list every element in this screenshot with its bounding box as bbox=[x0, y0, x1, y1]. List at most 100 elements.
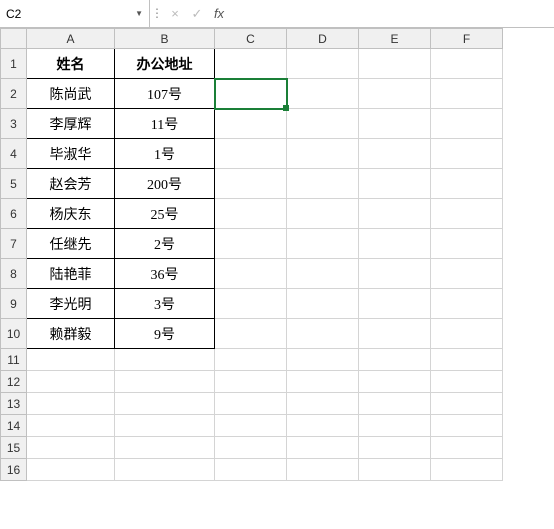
cell-B5[interactable]: 200号 bbox=[115, 169, 215, 199]
col-header-F[interactable]: F bbox=[431, 29, 503, 49]
cell-E12[interactable] bbox=[359, 371, 431, 393]
name-box[interactable]: C2 ▼ bbox=[0, 0, 150, 27]
cell-D8[interactable] bbox=[287, 259, 359, 289]
cell-F9[interactable] bbox=[431, 289, 503, 319]
cell-F6[interactable] bbox=[431, 199, 503, 229]
name-box-dropdown-icon[interactable]: ▼ bbox=[135, 9, 143, 18]
cell-E11[interactable] bbox=[359, 349, 431, 371]
select-all-corner[interactable] bbox=[1, 29, 27, 49]
cell-F10[interactable] bbox=[431, 319, 503, 349]
cell-E8[interactable] bbox=[359, 259, 431, 289]
row-header-9[interactable]: 9 bbox=[1, 289, 27, 319]
cell-D12[interactable] bbox=[287, 371, 359, 393]
cell-B6[interactable]: 25号 bbox=[115, 199, 215, 229]
cell-E14[interactable] bbox=[359, 415, 431, 437]
cell-B7[interactable]: 2号 bbox=[115, 229, 215, 259]
row-header-3[interactable]: 3 bbox=[1, 109, 27, 139]
enter-icon[interactable]: ✓ bbox=[186, 6, 208, 22]
cell-B10[interactable]: 9号 bbox=[115, 319, 215, 349]
cell-C14[interactable] bbox=[215, 415, 287, 437]
cell-F4[interactable] bbox=[431, 139, 503, 169]
cell-F13[interactable] bbox=[431, 393, 503, 415]
cell-E4[interactable] bbox=[359, 139, 431, 169]
row-header-11[interactable]: 11 bbox=[1, 349, 27, 371]
cell-B11[interactable] bbox=[115, 349, 215, 371]
cell-A12[interactable] bbox=[27, 371, 115, 393]
cell-F2[interactable] bbox=[431, 79, 503, 109]
cell-B14[interactable] bbox=[115, 415, 215, 437]
col-header-C[interactable]: C bbox=[215, 29, 287, 49]
cell-C16[interactable] bbox=[215, 459, 287, 481]
cell-A14[interactable] bbox=[27, 415, 115, 437]
row-header-8[interactable]: 8 bbox=[1, 259, 27, 289]
cell-A4[interactable]: 毕淑华 bbox=[27, 139, 115, 169]
cell-F1[interactable] bbox=[431, 49, 503, 79]
col-header-B[interactable]: B bbox=[115, 29, 215, 49]
row-header-14[interactable]: 14 bbox=[1, 415, 27, 437]
cell-F14[interactable] bbox=[431, 415, 503, 437]
cell-C13[interactable] bbox=[215, 393, 287, 415]
cell-F3[interactable] bbox=[431, 109, 503, 139]
cell-E1[interactable] bbox=[359, 49, 431, 79]
cell-B15[interactable] bbox=[115, 437, 215, 459]
cell-D2[interactable] bbox=[287, 79, 359, 109]
cell-B16[interactable] bbox=[115, 459, 215, 481]
row-header-16[interactable]: 16 bbox=[1, 459, 27, 481]
header-office[interactable]: 办公地址 bbox=[115, 49, 215, 79]
fx-icon[interactable]: fx bbox=[208, 6, 230, 21]
row-header-2[interactable]: 2 bbox=[1, 79, 27, 109]
row-header-1[interactable]: 1 bbox=[1, 49, 27, 79]
row-header-12[interactable]: 12 bbox=[1, 371, 27, 393]
cell-E10[interactable] bbox=[359, 319, 431, 349]
cell-A13[interactable] bbox=[27, 393, 115, 415]
cell-A16[interactable] bbox=[27, 459, 115, 481]
cell-E15[interactable] bbox=[359, 437, 431, 459]
cell-B9[interactable]: 3号 bbox=[115, 289, 215, 319]
cell-F16[interactable] bbox=[431, 459, 503, 481]
cell-A11[interactable] bbox=[27, 349, 115, 371]
cell-A8[interactable]: 陆艳菲 bbox=[27, 259, 115, 289]
col-header-D[interactable]: D bbox=[287, 29, 359, 49]
cell-A5[interactable]: 赵会芳 bbox=[27, 169, 115, 199]
cell-F5[interactable] bbox=[431, 169, 503, 199]
cell-D13[interactable] bbox=[287, 393, 359, 415]
cell-C11[interactable] bbox=[215, 349, 287, 371]
cell-C6[interactable] bbox=[215, 199, 287, 229]
cell-C15[interactable] bbox=[215, 437, 287, 459]
row-header-7[interactable]: 7 bbox=[1, 229, 27, 259]
cell-E9[interactable] bbox=[359, 289, 431, 319]
cell-E7[interactable] bbox=[359, 229, 431, 259]
cell-B2[interactable]: 107号 bbox=[115, 79, 215, 109]
cell-E6[interactable] bbox=[359, 199, 431, 229]
cell-C5[interactable] bbox=[215, 169, 287, 199]
cell-A10[interactable]: 赖群毅 bbox=[27, 319, 115, 349]
cell-C1[interactable] bbox=[215, 49, 287, 79]
row-header-5[interactable]: 5 bbox=[1, 169, 27, 199]
cell-B13[interactable] bbox=[115, 393, 215, 415]
cell-A15[interactable] bbox=[27, 437, 115, 459]
cell-D14[interactable] bbox=[287, 415, 359, 437]
cell-C9[interactable] bbox=[215, 289, 287, 319]
cell-C7[interactable] bbox=[215, 229, 287, 259]
cell-B3[interactable]: 11号 bbox=[115, 109, 215, 139]
cell-A7[interactable]: 任继先 bbox=[27, 229, 115, 259]
cell-D3[interactable] bbox=[287, 109, 359, 139]
cell-E13[interactable] bbox=[359, 393, 431, 415]
cell-B12[interactable] bbox=[115, 371, 215, 393]
formula-input[interactable] bbox=[230, 0, 554, 27]
cell-D5[interactable] bbox=[287, 169, 359, 199]
cell-F15[interactable] bbox=[431, 437, 503, 459]
cell-C4[interactable] bbox=[215, 139, 287, 169]
col-header-E[interactable]: E bbox=[359, 29, 431, 49]
row-header-4[interactable]: 4 bbox=[1, 139, 27, 169]
cell-E3[interactable] bbox=[359, 109, 431, 139]
cell-C10[interactable] bbox=[215, 319, 287, 349]
cell-E16[interactable] bbox=[359, 459, 431, 481]
cell-C8[interactable] bbox=[215, 259, 287, 289]
cancel-icon[interactable]: × bbox=[164, 6, 186, 21]
cell-A3[interactable]: 李厚辉 bbox=[27, 109, 115, 139]
cell-A9[interactable]: 李光明 bbox=[27, 289, 115, 319]
cell-F7[interactable] bbox=[431, 229, 503, 259]
cell-B8[interactable]: 36号 bbox=[115, 259, 215, 289]
cell-F12[interactable] bbox=[431, 371, 503, 393]
